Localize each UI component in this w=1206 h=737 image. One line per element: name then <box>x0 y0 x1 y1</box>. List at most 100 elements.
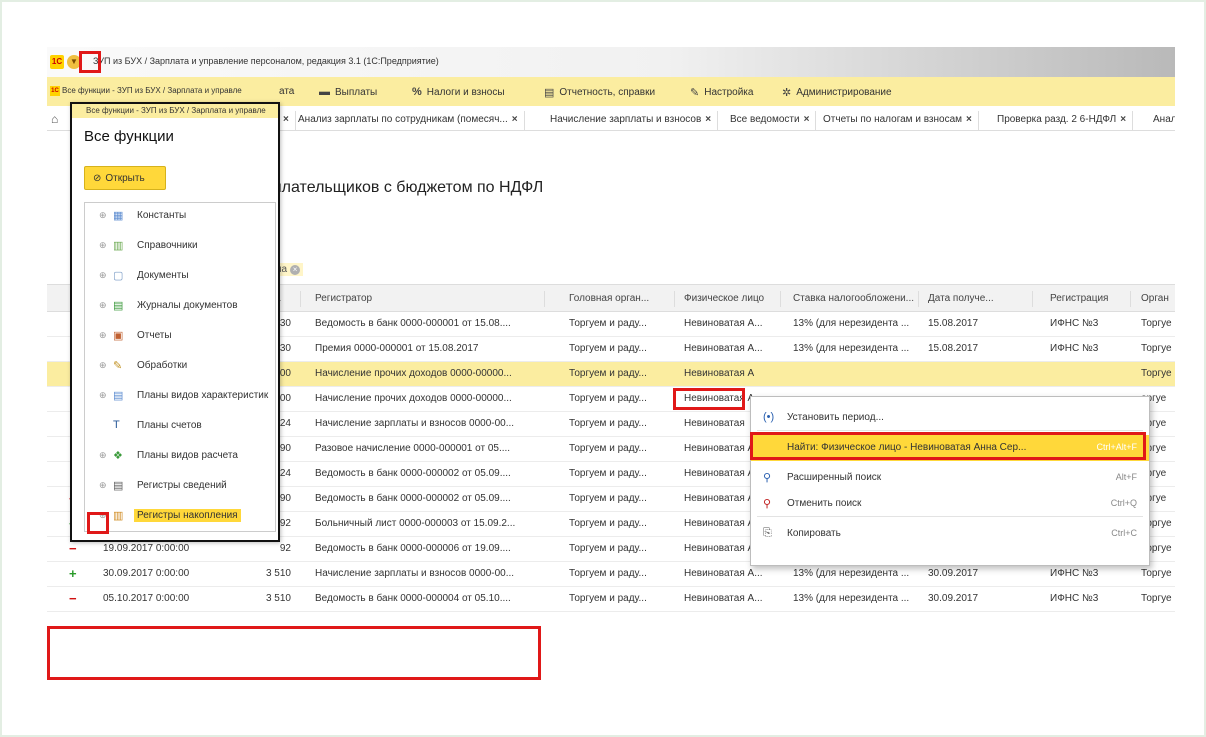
row-date: 19.09.2017 0:00:00 <box>103 543 190 554</box>
context-menu-item[interactable]: Найти: Физическое лицо - Невиноватая Анн… <box>751 435 1149 461</box>
section-reporting[interactable]: ▤ Отчетность, справки <box>544 86 655 99</box>
expand-icon[interactable]: ⊕ <box>99 480 107 491</box>
row-head-org: Торгуем и раду... <box>569 343 647 354</box>
column-header[interactable]: Ставка налогообложени... <box>793 293 914 304</box>
context-menu-item[interactable]: ⚲ Отменить поиск Ctrl+Q <box>751 491 1149 517</box>
home-icon[interactable]: ⌂ <box>51 112 58 126</box>
column-header[interactable]: Регистрация <box>1050 293 1108 304</box>
column-header[interactable]: Орган <box>1141 293 1169 304</box>
section-label: Администрирование <box>796 87 892 98</box>
tab-salary-accrual[interactable]: Начисление зарплаты и взносов × <box>544 111 719 131</box>
row-registration: ИФНС №3 <box>1050 568 1099 579</box>
expand-icon[interactable]: ⊕ <box>99 450 107 461</box>
column-separator[interactable] <box>1032 291 1033 307</box>
tree-item[interactable]: ⊕ ▥ Регистры накопления <box>85 505 275 529</box>
column-header[interactable]: Головная орган... <box>569 293 649 304</box>
expand-icon[interactable]: ⊕ <box>99 240 107 251</box>
main-menu-button[interactable]: ▼ <box>67 55 81 69</box>
cancel-search-icon: ⚲ <box>763 498 772 510</box>
table-row[interactable]: − 05.10.2017 0:00:00 3 510 Ведомость в банк… <box>47 587 1175 612</box>
column-header[interactable]: Физическое лицо <box>684 293 764 304</box>
tree-item[interactable]: ⊕ ▤ Регистры сведений <box>85 475 275 499</box>
title-bar: 1С ▼ ЗУП из БУХ / Зарплата и управление … <box>47 47 1175 77</box>
expand-icon[interactable]: ⊕ <box>99 330 107 341</box>
tree-item[interactable]: ⊕ ▤ Планы видов характеристик <box>85 385 275 409</box>
section-suffix[interactable]: ата <box>279 86 294 97</box>
processing-icon: ✎ <box>113 360 123 372</box>
tab-all-statements[interactable]: Все ведомости × <box>724 111 817 131</box>
section-administration[interactable]: ✲ Администрирование <box>782 86 892 99</box>
close-icon[interactable]: × <box>1120 114 1126 125</box>
row-person: Невиноватая А... <box>684 343 763 354</box>
section-suffix-label: ата <box>279 86 295 97</box>
tree-item[interactable]: ⊕ ▦ Константы <box>85 205 275 229</box>
calculation-types-icon: ❖ <box>113 450 123 462</box>
highlight-sept-oct-rows <box>47 626 541 680</box>
column-header[interactable]: Дата получе... <box>928 293 994 304</box>
row-received-date: 15.08.2017 <box>928 343 979 354</box>
clear-filter-icon[interactable]: × <box>290 265 301 275</box>
tree-item-label: Обработки <box>137 360 188 371</box>
row-person: Невиноватая А... <box>684 318 763 329</box>
tab-label: Отчеты по налогам и взносам <box>823 114 963 125</box>
row-person: Невиноватая А... <box>684 568 763 579</box>
column-separator[interactable] <box>780 291 781 307</box>
tab-analysis-truncated[interactable]: Анал <box>1147 111 1175 131</box>
tab-label: Анал <box>1153 114 1175 125</box>
expand-icon[interactable]: ⊕ <box>99 270 107 281</box>
section-label: Налоги и взносы <box>426 86 505 98</box>
row-head-org: Торгуем и раду... <box>569 443 647 454</box>
expand-icon[interactable]: ⊕ <box>99 300 107 311</box>
column-header[interactable]: Регистратор <box>315 293 372 304</box>
context-menu-label: Отменить поиск <box>787 498 862 509</box>
expand-icon[interactable]: ⊕ <box>99 510 107 521</box>
row-person: Невиноватая А <box>684 443 755 454</box>
row-registrar: Начисление прочих доходов 0000-00000... <box>315 393 512 404</box>
section-payments[interactable]: ▬ Выплаты <box>319 86 377 98</box>
context-menu-item[interactable]: ⚲ Расширенный поиск Alt+F <box>751 465 1149 491</box>
chart-of-accounts-icon: Т <box>113 419 120 431</box>
tree-item-label: Отчеты <box>137 330 172 341</box>
tree-item[interactable]: ⊕ ▣ Отчеты <box>85 325 275 349</box>
row-registration: ИФНС №3 <box>1050 343 1099 354</box>
tree-item[interactable]: Т Планы счетов <box>85 415 275 439</box>
column-separator[interactable] <box>674 291 675 307</box>
tab-tax-reports[interactable]: Отчеты по налогам и взносам × <box>817 111 979 131</box>
row-received-date: 15.08.2017 <box>928 318 979 329</box>
row-person: Невиноватая А <box>684 468 755 479</box>
expand-icon[interactable]: ⊕ <box>99 360 107 371</box>
accumulation-registers-icon: ▥ <box>113 510 124 522</box>
tab-6ndfl-check[interactable]: Проверка разд. 2 6-НДФЛ × <box>991 111 1134 131</box>
tree-item[interactable]: ⊕ ▤ Журналы документов <box>85 295 275 319</box>
percent-icon: % <box>412 86 422 98</box>
row-registrar: Премия 0000-000001 от 15.08.2017 <box>315 343 479 354</box>
tree-item[interactable]: ⊕ ▢ Документы <box>85 265 275 289</box>
tree-item[interactable]: ⊕ ✎ Обработки <box>85 355 275 379</box>
row-registrar: Начисление прочих доходов 0000-00000... <box>315 368 512 379</box>
expand-icon[interactable]: ⊕ <box>99 210 107 221</box>
close-icon[interactable]: × <box>804 114 810 125</box>
row-head-org: Торгуем и раду... <box>569 318 647 329</box>
tree-item[interactable]: ⊕ ❖ Планы видов расчета <box>85 445 275 469</box>
section-settings[interactable]: ✎ Настройка <box>690 86 753 99</box>
row-registrar: Начисление зарплаты и взносов 0000-00... <box>315 418 515 429</box>
row-received-date: 30.09.2017 <box>928 568 979 579</box>
context-menu-item[interactable]: (•) Установить период... <box>751 405 1149 431</box>
close-icon[interactable]: × <box>966 114 972 125</box>
row-organ: Торгуе <box>1141 343 1172 354</box>
section-taxes[interactable]: % Налоги и взносы <box>412 86 505 98</box>
tree-item[interactable]: ⊕ ▥ Справочники <box>85 235 275 259</box>
context-menu-item[interactable]: ⎘ Копировать Ctrl+C <box>751 521 1149 547</box>
close-icon[interactable]: × <box>705 114 711 125</box>
close-icon[interactable]: × <box>283 114 289 125</box>
column-separator[interactable] <box>300 291 301 307</box>
tab-salary-analysis[interactable]: Анализ зарплаты по сотрудникам (помесяч.… <box>292 111 525 131</box>
column-separator[interactable] <box>918 291 919 307</box>
section-label: Отчетность, справки <box>559 87 656 98</box>
close-icon[interactable]: × <box>512 114 518 125</box>
expand-icon[interactable]: ⊕ <box>99 390 107 401</box>
column-separator[interactable] <box>1130 291 1131 307</box>
open-button[interactable]: ⊘ Открыть <box>84 166 166 190</box>
column-separator[interactable] <box>544 291 545 307</box>
tree-item-label: Планы видов расчета <box>137 450 238 461</box>
